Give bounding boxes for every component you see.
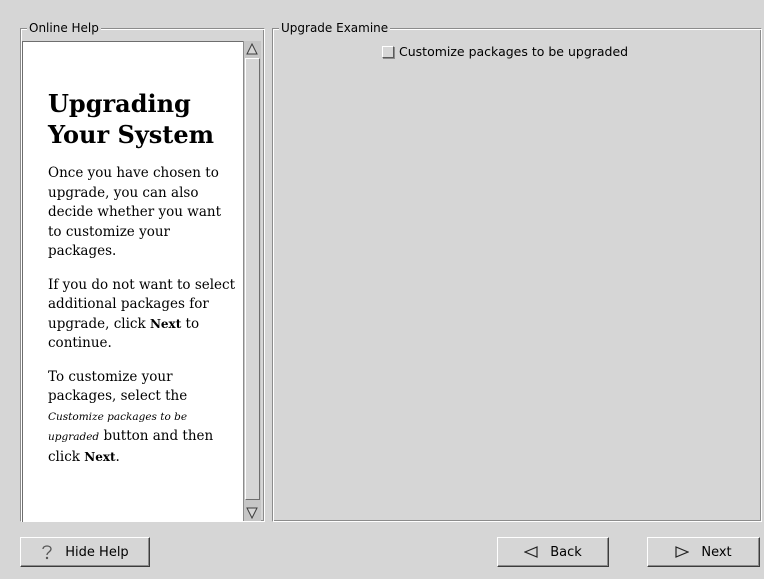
help-paragraph-3-text: To customize your packages, select the — [48, 368, 188, 405]
next-label: Next — [701, 544, 732, 560]
online-help-frame-title: Online Help — [27, 20, 101, 36]
help-next-bold-2: Next — [84, 449, 116, 464]
up-arrow-icon[interactable] — [245, 42, 259, 56]
question-mark-icon — [41, 544, 53, 560]
help-paragraph-3-end: . — [115, 448, 120, 465]
upgrade-examine-frame-title: Upgrade Examine — [279, 20, 391, 36]
help-heading: Upgrading Your System — [48, 89, 215, 149]
upgrade-examine-frame: Upgrade Examine — [272, 20, 762, 522]
online-help-frame: Online Help Upgrading Your System Once y… — [20, 20, 265, 522]
help-paragraph-2-text: If you do not want to select additional … — [48, 276, 236, 332]
back-button[interactable]: Back — [497, 537, 609, 567]
help-paragraph-3: To customize your packages, select the C… — [48, 368, 237, 468]
customize-packages-label[interactable]: Customize packages to be upgraded — [399, 44, 628, 59]
help-next-bold: Next — [149, 316, 182, 331]
customize-packages-checkbox[interactable]: Customize packages to be upgraded — [382, 44, 628, 59]
help-text-view[interactable]: Upgrading Your System Once you have chos… — [22, 41, 243, 522]
down-arrow-icon[interactable] — [245, 506, 259, 520]
back-label: Back — [550, 544, 582, 560]
help-content: Upgrading Your System Once you have chos… — [23, 42, 243, 467]
help-scrollbar[interactable] — [243, 41, 261, 521]
left-triangle-icon — [524, 546, 538, 558]
help-paragraph-2: If you do not want to select additional … — [48, 276, 237, 354]
help-paragraph-1: Once you have chosen to upgrade, you can… — [48, 165, 221, 259]
scrollbar-thumb[interactable] — [245, 58, 260, 500]
hide-help-button[interactable]: Hide Help — [20, 537, 150, 567]
checkbox-box[interactable] — [382, 45, 394, 58]
right-triangle-icon — [675, 546, 690, 558]
hide-help-label: Hide Help — [65, 544, 129, 560]
next-button[interactable]: Next — [647, 537, 760, 567]
